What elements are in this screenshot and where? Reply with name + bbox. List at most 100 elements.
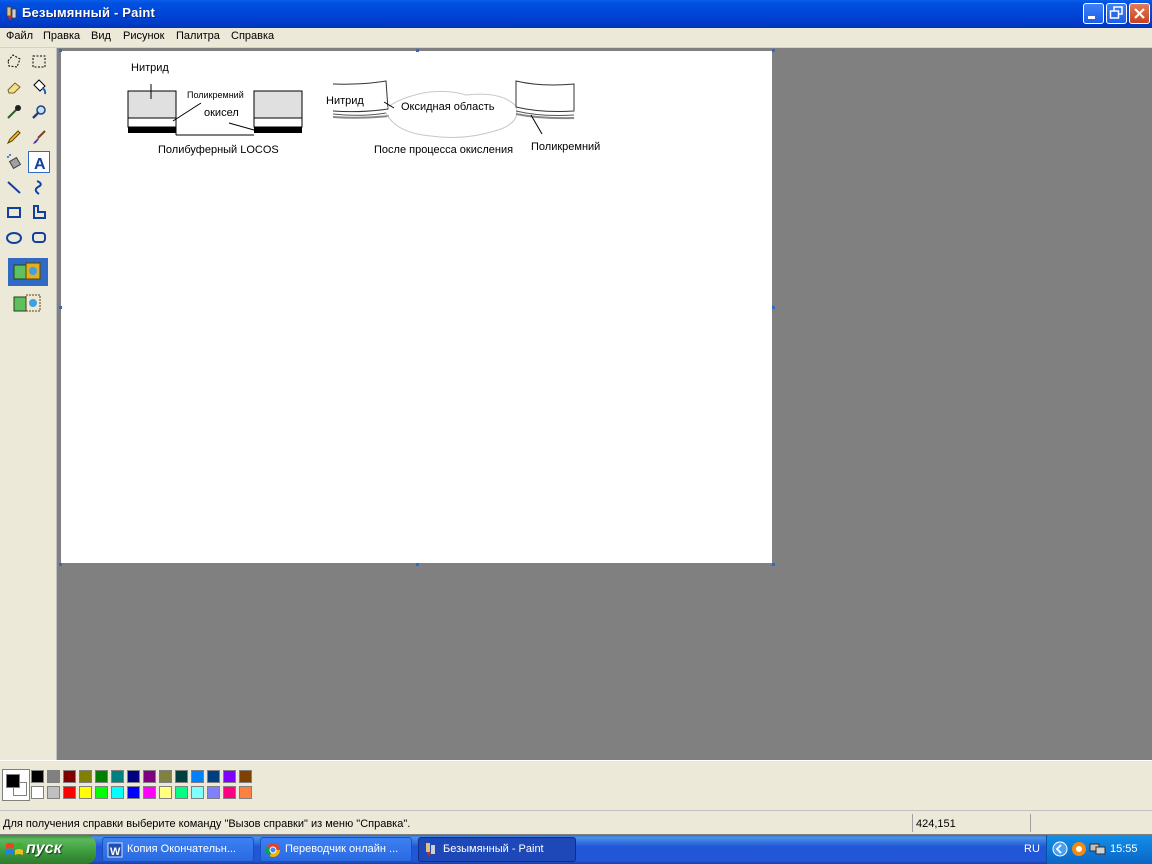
task-label: Безымянный - Paint (443, 843, 544, 855)
start-label: пуск (26, 840, 62, 857)
palette-swatch[interactable] (239, 786, 252, 799)
palette-swatch[interactable] (207, 770, 220, 783)
show-hidden-icons-icon[interactable] (1052, 841, 1068, 857)
pencil-icon (6, 130, 21, 145)
tool-polygon[interactable] (28, 201, 50, 223)
palette-swatch[interactable] (207, 786, 220, 799)
palette-swatch[interactable] (175, 786, 188, 799)
curve-icon (34, 180, 42, 195)
resize-handle (772, 49, 775, 52)
antivirus-icon[interactable] (1071, 841, 1087, 857)
resize-handle[interactable] (772, 306, 775, 309)
tool-rounded-rect[interactable] (28, 226, 50, 248)
tool-rectangle[interactable] (3, 201, 25, 223)
label-nitride-right: Нитрид (326, 95, 364, 107)
palette-swatch[interactable] (143, 770, 156, 783)
start-button[interactable]: пуск (0, 835, 96, 864)
airbrush-icon (7, 154, 22, 170)
menu-palette[interactable]: Палитра (176, 30, 220, 42)
task-word[interactable]: W Копия Окончательн... (102, 837, 254, 862)
tool-free-select[interactable] (3, 51, 25, 73)
resize-handle[interactable] (416, 563, 419, 566)
tool-brush[interactable] (28, 126, 50, 148)
minimize-button[interactable] (1083, 3, 1104, 24)
palette-swatch[interactable] (31, 786, 44, 799)
tool-fill[interactable] (28, 76, 50, 98)
foreground-color-swatch (6, 774, 20, 788)
tool-color-picker[interactable] (3, 101, 25, 123)
restore-button[interactable] (1106, 3, 1127, 24)
menu-image[interactable]: Рисунок (123, 30, 165, 42)
menu-help[interactable]: Справка (231, 30, 274, 42)
tool-curve[interactable] (28, 176, 50, 198)
diagram-drawing (127, 80, 575, 138)
drawing-canvas[interactable]: Нитрид Поликремний окисел Полибуферный L… (61, 51, 772, 563)
resize-handle (416, 49, 419, 52)
taskbar: пуск W Копия Окончательн... Переводчик о… (0, 835, 1152, 864)
palette-swatch[interactable] (31, 770, 44, 783)
svg-text:W: W (110, 846, 121, 858)
menu-bar: Файл Правка Вид Рисунок Палитра Справка (0, 28, 1152, 48)
palette-swatch[interactable] (95, 770, 108, 783)
resize-handle (59, 306, 62, 309)
title-bar: Безымянный - Paint (0, 0, 1152, 28)
palette-swatch[interactable] (79, 786, 92, 799)
tool-box: A (0, 48, 57, 760)
ellipse-icon (6, 232, 22, 244)
tool-eraser[interactable] (3, 76, 25, 98)
palette-swatch[interactable] (143, 786, 156, 799)
palette-swatch[interactable] (79, 770, 92, 783)
task-chrome[interactable]: Переводчик онлайн ... (260, 837, 412, 862)
palette-swatch[interactable] (175, 770, 188, 783)
clock: 15:55 (1110, 843, 1138, 855)
minimize-icon (1088, 16, 1095, 19)
palette-swatch[interactable] (191, 786, 204, 799)
palette-swatch[interactable] (239, 770, 252, 783)
palette-swatch[interactable] (47, 770, 60, 783)
tool-rect-select[interactable] (28, 51, 50, 73)
menu-edit[interactable]: Правка (43, 30, 80, 42)
paint-icon (426, 843, 435, 857)
close-button[interactable] (1129, 3, 1150, 24)
palette-swatch[interactable] (191, 770, 204, 783)
tool-airbrush[interactable] (3, 151, 25, 173)
palette-swatch[interactable] (63, 770, 76, 783)
palette-swatch[interactable] (111, 770, 124, 783)
task-label: Копия Окончательн... (127, 843, 236, 855)
label-polysilicon-left: Поликремний (187, 90, 244, 100)
network-icon[interactable] (1089, 841, 1107, 857)
menu-view[interactable]: Вид (91, 30, 111, 42)
palette-swatch[interactable] (47, 786, 60, 799)
chrome-icon (265, 843, 280, 857)
tool-line[interactable] (3, 176, 25, 198)
palette-swatch[interactable] (127, 770, 140, 783)
option-transparent[interactable] (8, 290, 48, 318)
rectangle-icon (7, 207, 21, 218)
palette-swatch[interactable] (63, 786, 76, 799)
task-paint[interactable]: Безымянный - Paint (418, 837, 576, 862)
windows-logo-icon (6, 843, 23, 855)
menu-file[interactable]: Файл (6, 30, 33, 42)
tool-ellipse[interactable] (3, 226, 25, 248)
palette-swatch[interactable] (223, 786, 236, 799)
palette-swatch[interactable] (111, 786, 124, 799)
window-title: Безымянный - Paint (22, 5, 156, 20)
color-picker-icon (7, 105, 21, 119)
current-colors[interactable] (2, 769, 30, 801)
restore-icon (1109, 6, 1123, 19)
language-indicator[interactable]: RU (1024, 843, 1040, 855)
label-polysilicon-right: Поликремний (531, 141, 601, 153)
palette-swatch[interactable] (159, 786, 172, 799)
option-opaque[interactable] (8, 258, 48, 286)
tool-text[interactable]: A (28, 151, 50, 173)
resize-handle[interactable] (772, 563, 775, 566)
tool-magnifier[interactable] (28, 101, 50, 123)
brush-icon (33, 130, 46, 144)
palette-swatch[interactable] (95, 786, 108, 799)
eraser-icon (7, 82, 21, 94)
tool-pencil[interactable] (3, 126, 25, 148)
transparent-bg-icon (13, 294, 41, 312)
palette-swatch[interactable] (127, 786, 140, 799)
palette-swatch[interactable] (223, 770, 236, 783)
palette-swatch[interactable] (159, 770, 172, 783)
